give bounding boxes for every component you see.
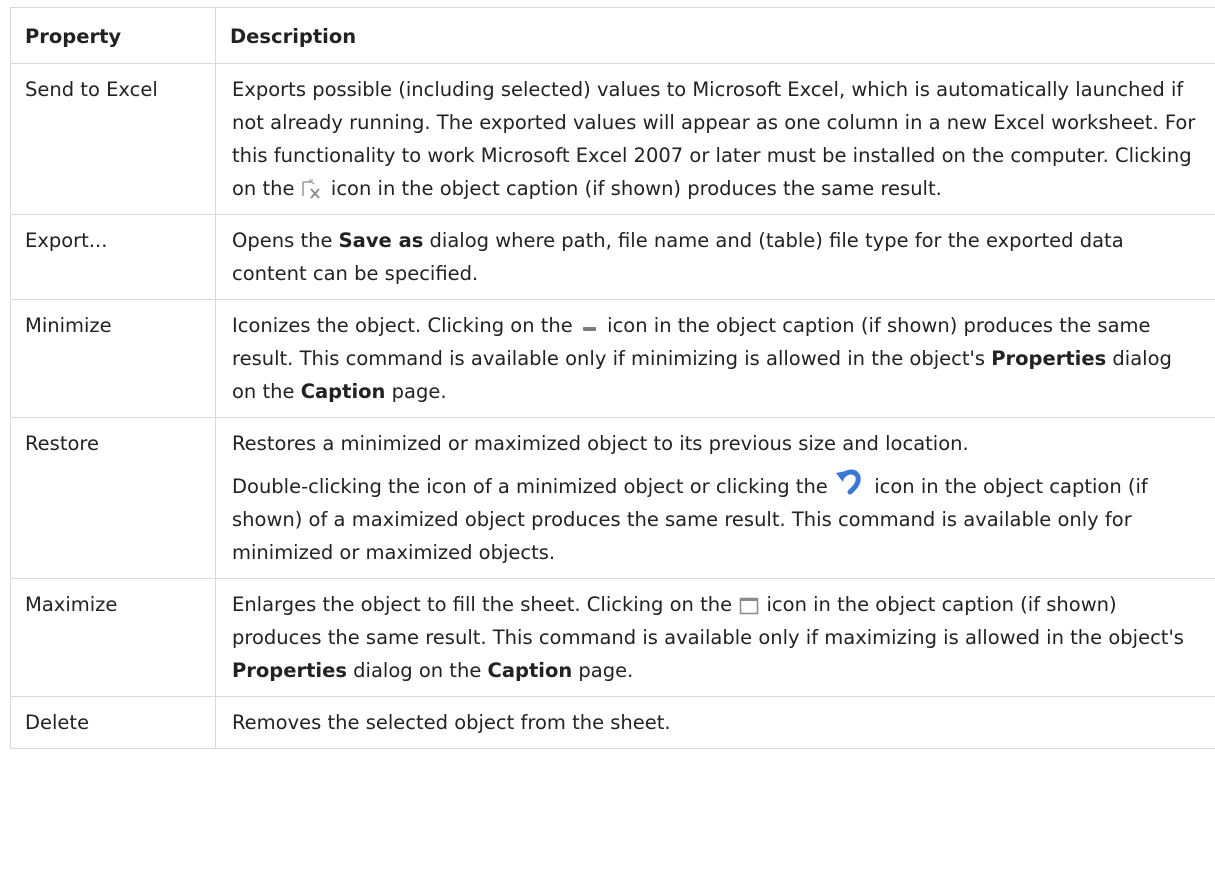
property-name: Minimize xyxy=(10,299,216,418)
minimize-icon xyxy=(579,317,601,337)
description-paragraph: Iconizes the object. Clicking on the ico… xyxy=(232,309,1202,408)
description-paragraph: Opens the Save as dialog where path, fil… xyxy=(232,224,1202,290)
description-text: Iconizes the object. Clicking on the xyxy=(232,314,579,337)
table-row: Restore Restores a minimized or maximize… xyxy=(10,417,1215,579)
maximize-icon xyxy=(738,595,760,617)
description-text: Opens the xyxy=(232,229,339,252)
restore-icon xyxy=(834,467,868,497)
property-name: Restore xyxy=(10,417,216,579)
property-name: Export... xyxy=(10,214,216,300)
description-text: icon in the object caption (if shown) pr… xyxy=(324,177,942,200)
description-text: dialog on the xyxy=(346,659,488,682)
dialog-name: Properties xyxy=(232,659,347,682)
description-paragraph: Removes the selected object from the she… xyxy=(232,711,671,734)
property-description: Opens the Save as dialog where path, fil… xyxy=(215,214,1215,300)
property-description: Removes the selected object from the she… xyxy=(215,696,1215,749)
table-row: Maximize Enlarges the object to fill the… xyxy=(10,578,1215,697)
table-row: Export... Opens the Save as dialog where… xyxy=(10,214,1215,300)
header-property: Property xyxy=(10,7,216,64)
table-row: Delete Removes the selected object from … xyxy=(10,696,1215,749)
description-paragraph: Restores a minimized or maximized object… xyxy=(232,432,969,455)
description-paragraph: Exports possible (including selected) va… xyxy=(232,73,1202,205)
page-name: Caption xyxy=(300,380,386,403)
description-text: page. xyxy=(572,659,634,682)
send-to-excel-icon xyxy=(301,178,325,201)
dialog-name: Properties xyxy=(991,347,1107,370)
description-text: page. xyxy=(385,380,447,403)
property-name: Delete xyxy=(10,696,216,749)
properties-table: Property Description Send to Excel Expor… xyxy=(10,7,1215,749)
description-text: Double-clicking the icon of a minimized … xyxy=(232,475,834,498)
description-paragraph: Enlarges the object to fill the sheet. C… xyxy=(232,588,1202,687)
table-row: Minimize Iconizes the object. Clicking o… xyxy=(10,299,1215,418)
property-description: Iconizes the object. Clicking on the ico… xyxy=(215,299,1215,418)
property-description: Exports possible (including selected) va… xyxy=(215,63,1215,215)
property-name: Maximize xyxy=(10,578,216,697)
header-description: Description xyxy=(215,7,1215,64)
property-description: Enlarges the object to fill the sheet. C… xyxy=(215,578,1215,697)
description-paragraph: Double-clicking the icon of a minimized … xyxy=(232,467,1202,569)
description-text: Enlarges the object to fill the sheet. C… xyxy=(232,593,739,616)
dialog-name: Save as xyxy=(338,229,424,252)
property-description: Restores a minimized or maximized object… xyxy=(215,417,1215,579)
table-row: Send to Excel Exports possible (includin… xyxy=(10,63,1215,215)
property-name: Send to Excel xyxy=(10,63,216,215)
page-name: Caption xyxy=(487,659,573,682)
table-header-row: Property Description xyxy=(10,7,1215,64)
